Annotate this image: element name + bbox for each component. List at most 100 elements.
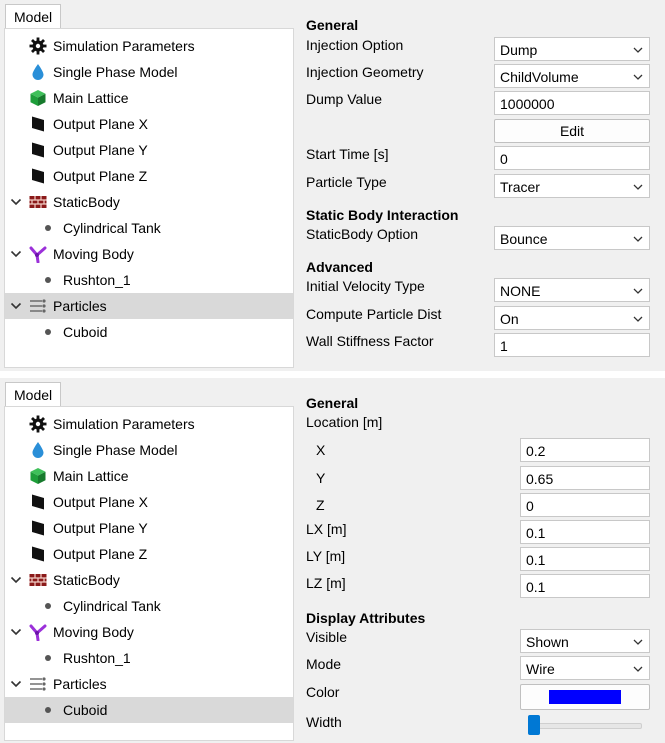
chevron-down-icon (633, 236, 643, 242)
tree-item-label: Rushton_1 (63, 272, 131, 288)
cuboid-properties-window: Model Simulation Parameters Single Phase… (0, 378, 665, 743)
tree-item-cylindrical-tank[interactable]: Cylindrical Tank (5, 215, 293, 241)
tree-item-label: Simulation Parameters (53, 38, 195, 54)
dropdown-value: Dump (500, 42, 538, 58)
tab-model[interactable]: Model (5, 382, 62, 407)
cube-icon (29, 89, 47, 107)
tree-item-label: StaticBody (53, 572, 120, 588)
mode-label: Mode (306, 656, 342, 672)
plane-icon (29, 115, 47, 133)
brick-wall-icon (29, 571, 47, 589)
tree-item-staticbody[interactable]: StaticBody (5, 189, 293, 215)
chevron-down-icon (633, 666, 643, 672)
lz-input[interactable]: 0.1 (520, 574, 650, 598)
staticbody-option-dropdown[interactable]: Bounce (494, 226, 650, 250)
tree-item-label: Cylindrical Tank (63, 598, 161, 614)
tree-item-cuboid[interactable]: Cuboid (5, 697, 293, 723)
tree-item-label: Output Plane Y (53, 520, 148, 536)
initial-velocity-type-dropdown[interactable]: NONE (494, 278, 650, 302)
injection-geometry-dropdown[interactable]: ChildVolume (494, 64, 650, 88)
input-value: 0.2 (526, 443, 546, 459)
tree-item-cylindrical-tank[interactable]: Cylindrical Tank (5, 593, 293, 619)
chevron-down-icon[interactable] (9, 247, 23, 261)
tab-model[interactable]: Model (5, 4, 62, 29)
dropdown-value: ChildVolume (500, 69, 579, 85)
location-y-input[interactable]: 0.65 (520, 466, 650, 490)
color-label: Color (306, 684, 340, 700)
tree-item-label: Output Plane Y (53, 142, 148, 158)
chevron-down-icon[interactable] (9, 195, 23, 209)
tree-item-main-lattice[interactable]: Main Lattice (5, 85, 293, 111)
tree-item-moving-body[interactable]: Moving Body (5, 241, 293, 267)
x-label: X (316, 442, 326, 458)
plane-icon (29, 545, 47, 563)
tree-item-label: Output Plane X (53, 116, 148, 132)
y-label: Y (316, 470, 326, 486)
chevron-down-icon[interactable] (9, 573, 23, 587)
visible-dropdown[interactable]: Shown (520, 629, 650, 653)
mode-dropdown[interactable]: Wire (520, 656, 650, 680)
tree-item-label: Main Lattice (53, 90, 129, 106)
section-header-advanced: Advanced (306, 259, 373, 275)
tree-item-simulation-parameters[interactable]: Simulation Parameters (5, 33, 293, 59)
lz-label: LZ [m] (306, 575, 346, 591)
tree-item-cuboid[interactable]: Cuboid (5, 319, 293, 345)
chevron-down-icon[interactable] (9, 299, 23, 313)
tree-item-staticbody[interactable]: StaticBody (5, 567, 293, 593)
tree-item-output-plane-z[interactable]: Output Plane Z (5, 163, 293, 189)
start-time-input[interactable]: 0 (494, 146, 650, 170)
compute-particle-dist-dropdown[interactable]: On (494, 306, 650, 330)
tree-item-label: Output Plane X (53, 494, 148, 510)
width-slider-handle[interactable] (528, 715, 540, 735)
color-picker-button[interactable] (520, 684, 650, 710)
injection-option-dropdown[interactable]: Dump (494, 37, 650, 61)
droplet-icon (29, 441, 47, 459)
bullet-icon (45, 655, 51, 661)
chevron-down-icon (633, 47, 643, 53)
chevron-down-icon (633, 316, 643, 322)
wall-stiffness-factor-input[interactable]: 1 (494, 333, 650, 357)
lx-input[interactable]: 0.1 (520, 520, 650, 544)
tree-item-label: Single Phase Model (53, 442, 178, 458)
tree-item-particles[interactable]: Particles (5, 671, 293, 697)
tree-item-output-plane-y[interactable]: Output Plane Y (5, 137, 293, 163)
chevron-down-icon[interactable] (9, 625, 23, 639)
injection-geometry-label: Injection Geometry (306, 64, 424, 80)
gear-icon (29, 37, 47, 55)
width-slider-track[interactable] (534, 723, 642, 729)
particle-type-dropdown[interactable]: Tracer (494, 174, 650, 198)
input-value: 0.65 (526, 471, 554, 487)
gear-icon (29, 415, 47, 433)
section-header-general: General (306, 17, 359, 33)
tree-item-particles[interactable]: Particles (5, 293, 293, 319)
location-z-input[interactable]: 0 (520, 493, 650, 517)
dropdown-value: Tracer (500, 179, 540, 195)
ly-label: LY [m] (306, 548, 346, 564)
tree-item-output-plane-x[interactable]: Output Plane X (5, 489, 293, 515)
location-x-input[interactable]: 0.2 (520, 438, 650, 462)
tree-item-output-plane-x[interactable]: Output Plane X (5, 111, 293, 137)
dropdown-value: Shown (526, 634, 569, 650)
tree-item-label: Rushton_1 (63, 650, 131, 666)
dump-value-label: Dump Value (306, 91, 383, 107)
tree-item-main-lattice[interactable]: Main Lattice (5, 463, 293, 489)
tree-item-rushton-1[interactable]: Rushton_1 (5, 267, 293, 293)
ly-input[interactable]: 0.1 (520, 547, 650, 571)
edit-button[interactable]: Edit (494, 119, 650, 143)
bullet-icon (45, 277, 51, 283)
plane-icon (29, 519, 47, 537)
dump-value-input[interactable]: 1000000 (494, 91, 650, 115)
tree-item-moving-body[interactable]: Moving Body (5, 619, 293, 645)
plane-icon (29, 141, 47, 159)
tree-item-single-phase-model[interactable]: Single Phase Model (5, 59, 293, 85)
chevron-down-icon (633, 74, 643, 80)
model-tree: Simulation Parameters Single Phase Model… (4, 28, 294, 368)
chevron-down-icon[interactable] (9, 677, 23, 691)
tree-item-simulation-parameters[interactable]: Simulation Parameters (5, 411, 293, 437)
tree-item-rushton-1[interactable]: Rushton_1 (5, 645, 293, 671)
tree-item-output-plane-y[interactable]: Output Plane Y (5, 515, 293, 541)
tree-item-label: Particles (53, 676, 107, 692)
tree-item-single-phase-model[interactable]: Single Phase Model (5, 437, 293, 463)
compute-particle-dist-label: Compute Particle Dist (306, 306, 442, 322)
tree-item-output-plane-z[interactable]: Output Plane Z (5, 541, 293, 567)
